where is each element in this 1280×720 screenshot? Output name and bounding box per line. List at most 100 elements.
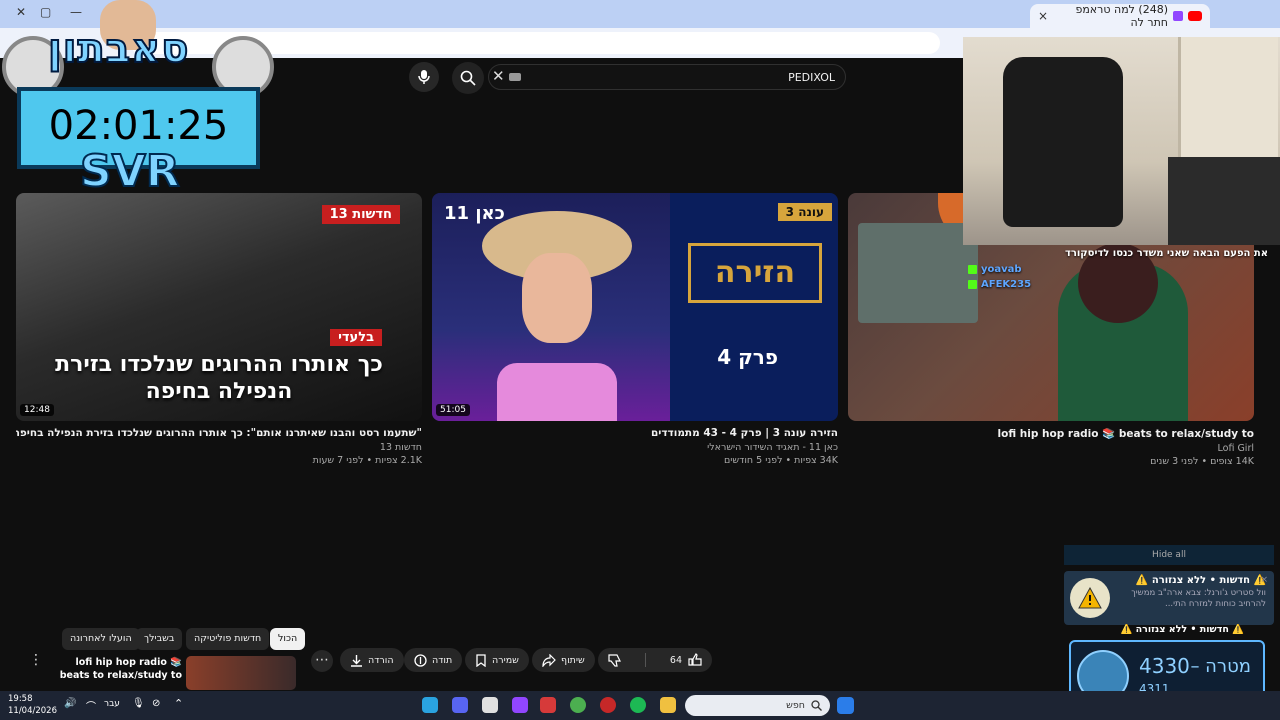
chat-user-line: yoavab bbox=[968, 264, 1268, 275]
webcam-desk bbox=[1168, 157, 1280, 245]
bookmark-icon bbox=[476, 653, 486, 667]
tray-chevron-icon[interactable]: ⌃ bbox=[174, 697, 183, 710]
hide-all-button[interactable]: Hide all bbox=[1064, 545, 1274, 565]
search-placeholder: חפש bbox=[786, 700, 805, 711]
notification-close-icon[interactable]: × bbox=[1260, 575, 1268, 585]
system-clock[interactable]: 19:58 11/04/2026 bbox=[8, 693, 57, 717]
chrome-icon[interactable] bbox=[570, 697, 586, 713]
video-meta: 14K צופים • לפני 3 שנים bbox=[1150, 456, 1254, 467]
streamer-overlay: סאבתון 02:01:25 SVR bbox=[0, 0, 280, 200]
chat-username: yoavab bbox=[981, 264, 1022, 275]
keyboard-icon[interactable] bbox=[509, 73, 521, 81]
notification-card[interactable]: ⚠️ חדשות • ללא צנזורה ⚠️ וול סטריט ג'ורנ… bbox=[1064, 571, 1274, 625]
thumb-headline: כך אותרו ההרוגים שנלכדו בזירת הנפילה בחי… bbox=[55, 352, 383, 404]
dislike-icon[interactable] bbox=[608, 653, 622, 667]
network-off-icon[interactable]: ⊘ bbox=[152, 698, 160, 709]
tab-close-icon[interactable]: × bbox=[1038, 9, 1048, 23]
language-indicator[interactable]: עבר bbox=[104, 699, 120, 709]
notification-peek[interactable]: ⚠️ חדשות • ללא צנזורה ⚠️ bbox=[1064, 624, 1274, 638]
chip-recently-uploaded[interactable]: הועלו לאחרונה bbox=[62, 628, 140, 650]
thumb-person-face bbox=[522, 253, 592, 343]
download-icon bbox=[351, 654, 362, 667]
search-icon bbox=[811, 700, 822, 711]
thumb-season-label: עונה 3 bbox=[777, 203, 832, 221]
chip-all[interactable]: הכול bbox=[270, 628, 306, 650]
thanks-label: תודה bbox=[432, 654, 453, 666]
webcam-feed bbox=[963, 37, 1280, 245]
svr-label: SVR bbox=[79, 145, 181, 198]
like-dislike-group: 64 bbox=[598, 648, 712, 672]
thanks-button[interactable]: תודה bbox=[404, 648, 463, 672]
chip-political-news[interactable]: חדשות פוליטיקה bbox=[186, 628, 270, 650]
search-query: PEDIXOL bbox=[788, 70, 835, 84]
goal-label: מטרה – bbox=[1190, 656, 1251, 677]
video-meta: 34K צפיות • לפני 5 חודשים bbox=[723, 455, 838, 466]
app-icon[interactable] bbox=[482, 697, 498, 713]
video-title[interactable]: lofi hip hop radio 📚 beats to relax/stud… bbox=[848, 427, 1254, 440]
browser-tab[interactable]: (248) למה טראמפ חתר לה × bbox=[1030, 3, 1210, 29]
save-label: שמירה bbox=[492, 654, 519, 666]
channel-name[interactable]: חדשות 13 bbox=[16, 442, 422, 453]
search-input[interactable]: PEDIXOL bbox=[488, 64, 846, 90]
divider bbox=[645, 653, 647, 667]
video-card[interactable]: כאן 11 עונה 3 הזירה פרק 4 51:05 הזירה עו… bbox=[432, 193, 838, 466]
share-button[interactable]: שיתוף bbox=[532, 648, 595, 672]
video-duration: 12:48 bbox=[20, 404, 54, 416]
windows-start-icon[interactable] bbox=[837, 697, 854, 714]
twitch-app-icon[interactable] bbox=[512, 697, 528, 713]
like-count: 64 bbox=[669, 654, 682, 666]
mini-player-thumbnail[interactable] bbox=[186, 656, 296, 690]
app-icon[interactable] bbox=[540, 697, 556, 713]
video-thumbnail[interactable]: כאן 11 עונה 3 הזירה פרק 4 51:05 bbox=[432, 193, 838, 421]
thumb-person-dress bbox=[497, 363, 617, 421]
chip-for-you[interactable]: בשבילך bbox=[136, 628, 183, 650]
thumb-window bbox=[858, 223, 978, 323]
notification-title: ⚠️ חדשות • ללא צנזורה ⚠️ bbox=[1135, 575, 1266, 586]
twitch-icon bbox=[1173, 11, 1183, 21]
clear-search-icon[interactable]: ✕ bbox=[492, 67, 505, 85]
share-icon bbox=[542, 653, 556, 667]
chat-username: AFEK235 bbox=[981, 279, 1032, 290]
chat-overlay: את הפעם הבאה שאני משדר כנסו לדיסקורד yoa… bbox=[968, 248, 1268, 294]
video-duration: 51:05 bbox=[436, 404, 470, 416]
volume-icon[interactable]: 🔊 bbox=[64, 698, 76, 709]
microphone-icon bbox=[418, 70, 430, 84]
wifi-icon[interactable]: ⌒ bbox=[86, 698, 96, 713]
discord-icon[interactable] bbox=[452, 697, 468, 713]
thumb-channel-logo: כאן 11 bbox=[444, 203, 505, 224]
video-meta: 2.1K צפיות • לפני 7 שעות bbox=[312, 455, 422, 466]
video-title[interactable]: הזירה עונה 3 | פרק 4 - 43 מתמודדים bbox=[432, 427, 838, 439]
chat-user-line: AFEK235 bbox=[968, 279, 1268, 290]
spotify-icon[interactable] bbox=[630, 697, 646, 713]
tab-title: (248) למה טראמפ חתר לה bbox=[1075, 3, 1168, 29]
kick-badge-icon bbox=[968, 265, 977, 274]
clock-date: 11/04/2026 bbox=[8, 706, 57, 716]
video-thumbnail[interactable]: חדשות 13 בלעדי כך אותרו ההרוגים שנלכדו ב… bbox=[16, 193, 422, 421]
screen: ✕ ▢ — + (248) למה טראמפ חתר לה × PEDIXOL… bbox=[0, 0, 1280, 720]
download-button[interactable]: הורדה bbox=[340, 648, 404, 672]
more-actions-button[interactable]: ⋯ bbox=[311, 650, 333, 672]
webcam-door bbox=[1178, 37, 1278, 162]
file-explorer-icon[interactable] bbox=[660, 697, 676, 713]
video-card[interactable]: חדשות 13 בלעדי כך אותרו ההרוגים שנלכדו ב… bbox=[16, 193, 422, 466]
save-button[interactable]: שמירה bbox=[465, 648, 529, 672]
like-button[interactable]: 64 bbox=[670, 653, 702, 667]
telegram-icon[interactable] bbox=[422, 697, 438, 713]
voice-search-button[interactable] bbox=[409, 62, 439, 92]
thumb-episode-label: פרק 4 bbox=[717, 345, 778, 369]
thumb-exclusive-label: בלעדי bbox=[330, 329, 382, 346]
more-options-icon[interactable]: ⋮ bbox=[27, 652, 45, 668]
channel-name[interactable]: Lofi Girl bbox=[848, 443, 1255, 454]
search-button[interactable] bbox=[452, 62, 484, 94]
share-label: שיתוף bbox=[561, 654, 585, 666]
kick-badge-icon bbox=[968, 280, 977, 289]
notification-body: וול סטריט ג'ורנל: צבא ארה"ב ממשיך להרחיב… bbox=[1131, 588, 1266, 609]
taskbar-search[interactable]: חפש bbox=[685, 695, 830, 716]
webcam-chair bbox=[1003, 57, 1123, 227]
timer-value: 02:01:25 bbox=[48, 103, 229, 149]
video-title[interactable]: "שתעמו רסט והבנו שאיתרנו אותם": כך אותרו… bbox=[16, 427, 422, 439]
microphone-tray-icon[interactable]: 🎙 bbox=[132, 698, 145, 709]
channel-name[interactable]: כאן 11 - תאגיד השידור הישראלי bbox=[432, 442, 838, 453]
mini-player-title[interactable]: lofi hip hop radio 📚 beats to relax/stud… bbox=[52, 656, 182, 682]
obs-icon[interactable] bbox=[600, 697, 616, 713]
